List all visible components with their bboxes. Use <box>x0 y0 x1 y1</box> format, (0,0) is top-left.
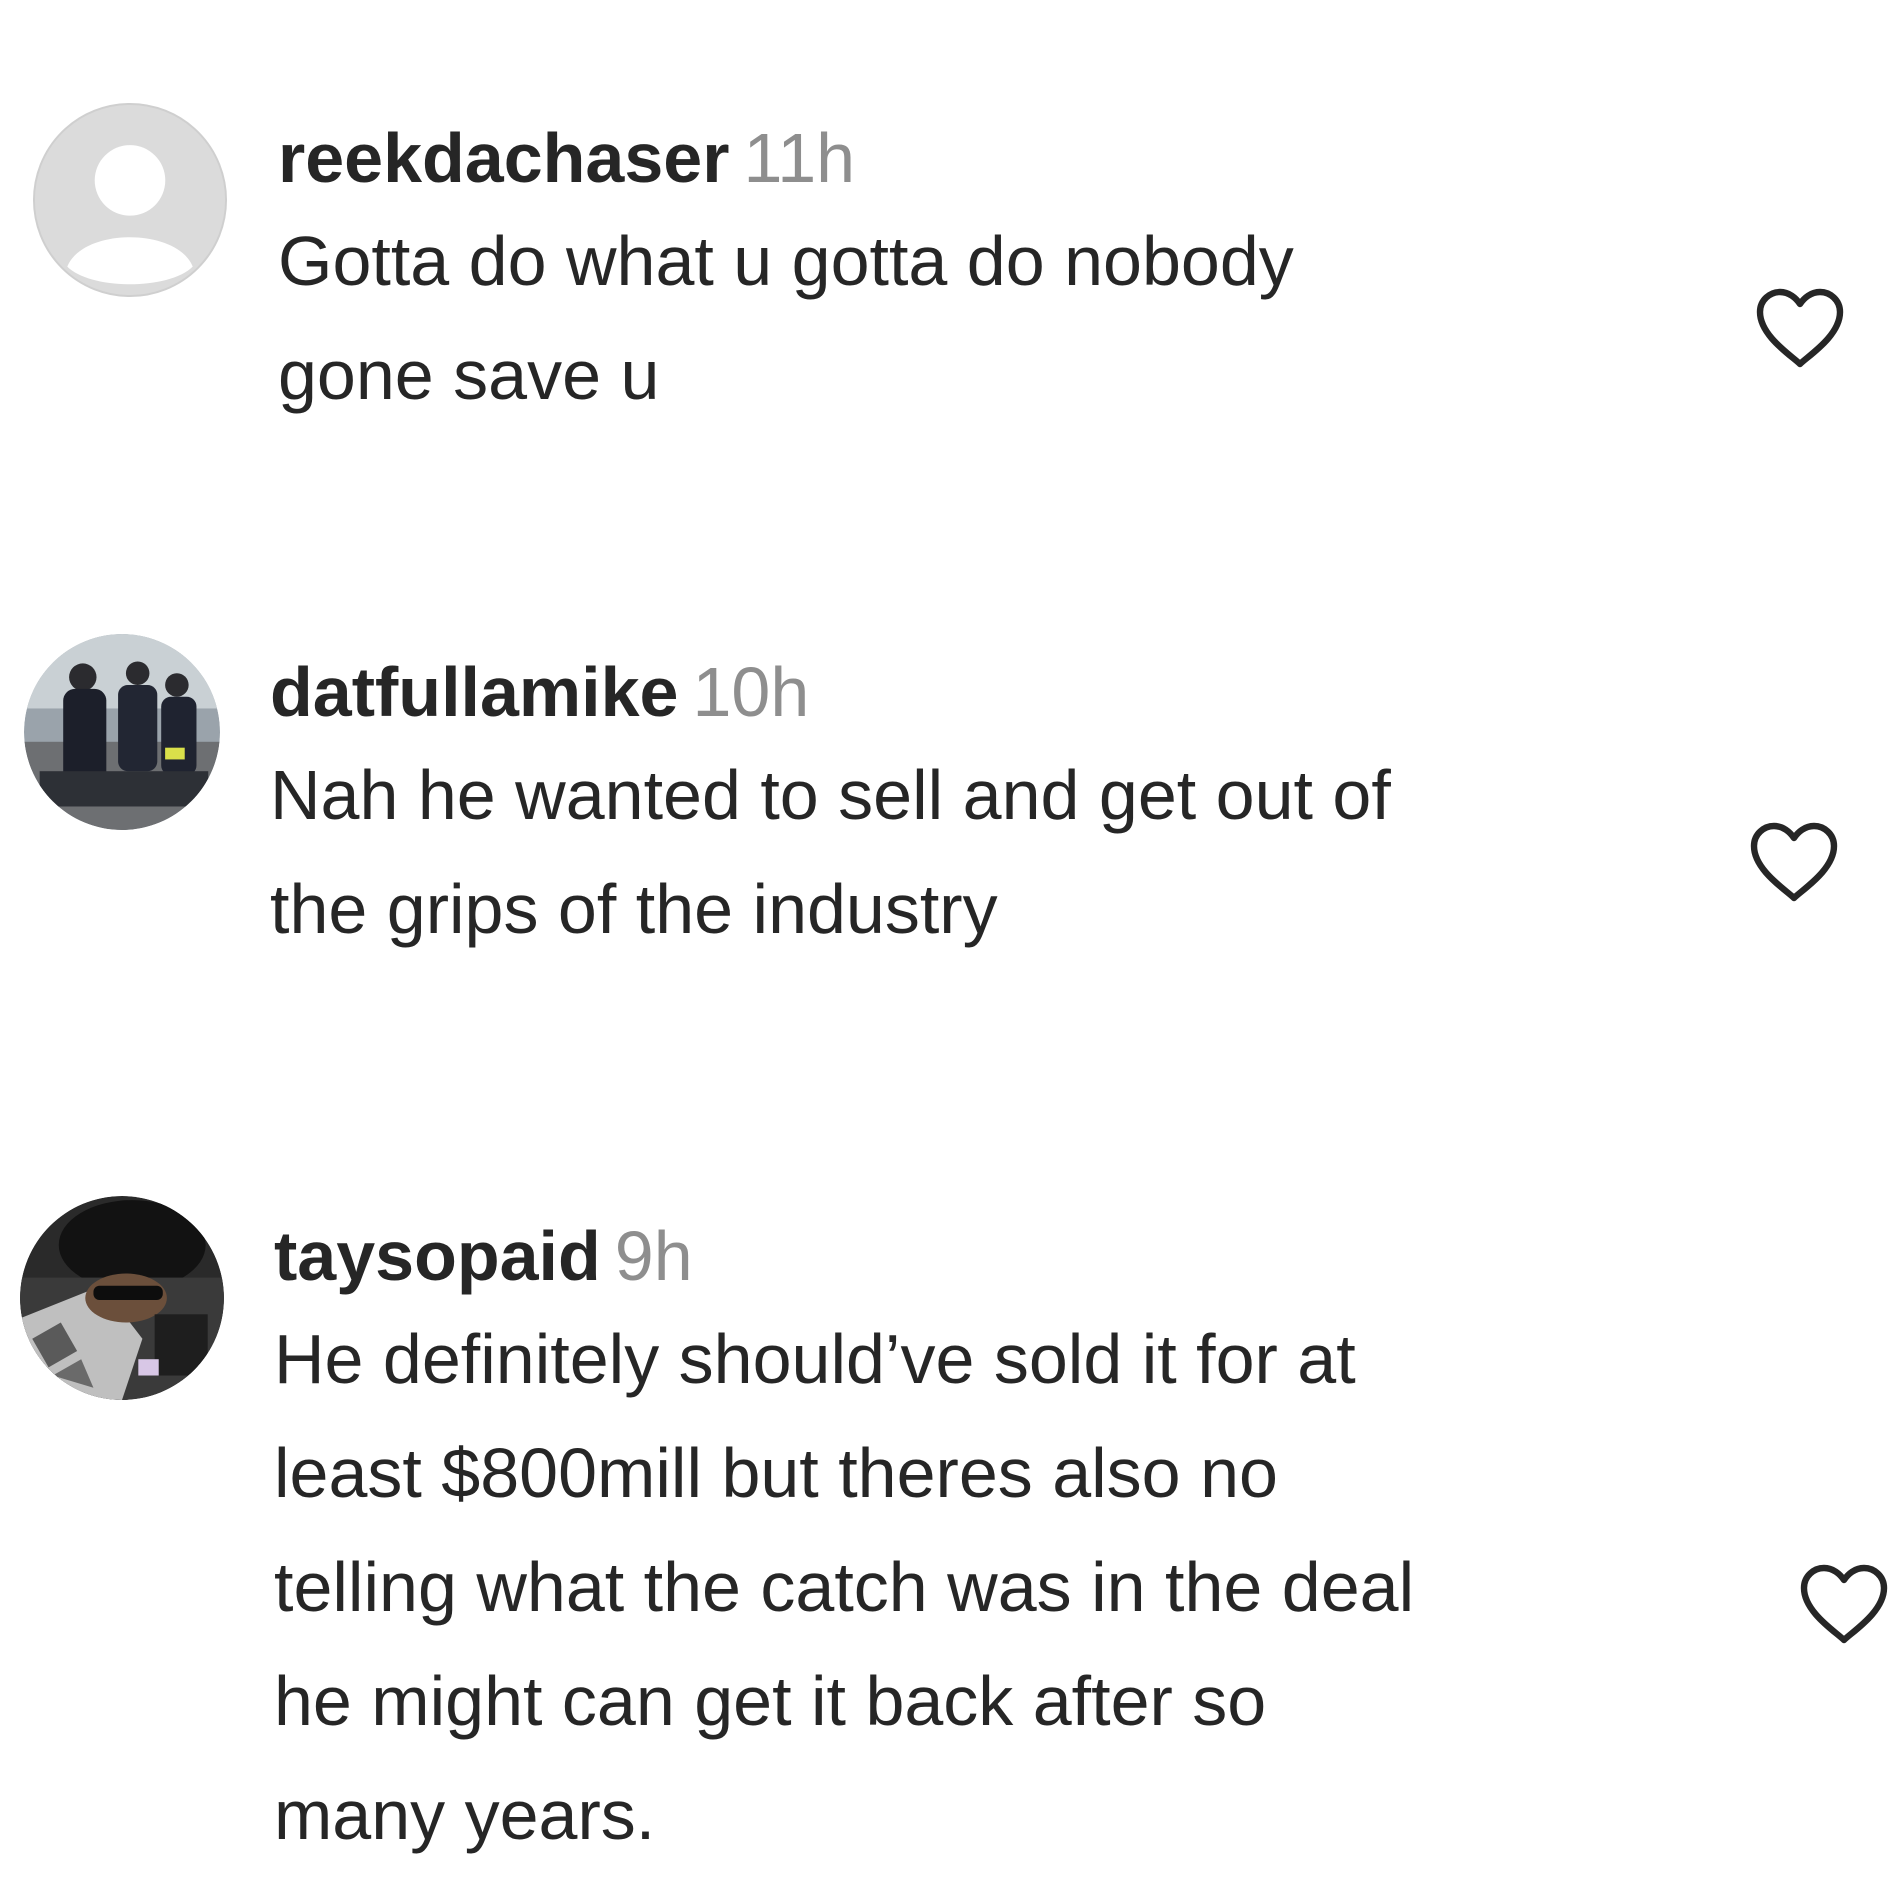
comment-text-line: telling what the catch was in the deal <box>274 1548 1415 1626</box>
comment-text-line: many years. <box>274 1776 656 1854</box>
comment-text-line: He definitely should’ve sold it for at <box>274 1320 1356 1398</box>
heart-outline-icon[interactable] <box>1796 1560 1892 1648</box>
comment-item: taysopaid 9h He definitely should’ve sold… <box>0 0 1900 1900</box>
comment-body: taysopaid 9h He definitely should’ve sold… <box>274 1216 1774 1872</box>
comment-header: taysopaid 9h <box>274 1216 1774 1296</box>
username-link[interactable]: taysopaid <box>274 1217 601 1295</box>
comment-timestamp: 9h <box>614 1217 693 1295</box>
comment-text-line: least $800mill but theres also no <box>274 1434 1278 1512</box>
comment-text-line: he might can get it back after so <box>274 1662 1267 1740</box>
avatar[interactable] <box>20 1196 224 1400</box>
comment-text: He definitely should’ve sold it for at l… <box>274 1302 1774 1872</box>
